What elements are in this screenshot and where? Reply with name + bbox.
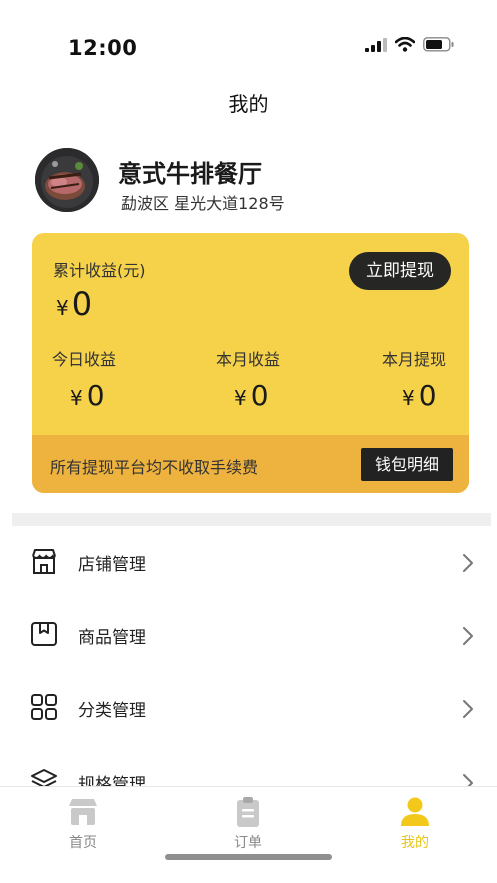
stat-withdraw-label: 本月提现 — [382, 350, 447, 369]
shop-address: 勐波区 星光大道128号 — [121, 194, 285, 213]
chevron-right-icon — [463, 554, 473, 572]
avatar[interactable] — [35, 148, 99, 212]
status-icons — [365, 37, 455, 52]
tab-label-mine: 我的 — [401, 835, 429, 851]
stat-month-label: 本月收益 — [216, 350, 281, 369]
tab-orders[interactable]: 订单 — [208, 795, 288, 852]
stat-today-amount: 0 — [86, 379, 105, 412]
earnings-card-footer: 所有提现平台均不收取手续费 钱包明细 — [32, 435, 469, 493]
store-icon — [69, 799, 97, 825]
stat-month-amount: 0 — [250, 379, 269, 412]
user-icon — [401, 797, 429, 826]
earnings-card: 累计收益(元) ¥ 0 立即提现 今日收益 本月收益 本月提现 ¥ 0 ¥ 0 … — [32, 233, 469, 493]
status-bar: 12:00 — [0, 0, 497, 80]
menu-item-store[interactable]: 店铺管理 — [0, 532, 497, 592]
total-earnings-amount: 0 — [71, 285, 93, 323]
currency-symbol: ¥ — [402, 386, 415, 410]
tab-home[interactable]: 首页 — [43, 795, 123, 852]
store-icon — [32, 549, 56, 574]
tab-label-orders: 订单 — [234, 835, 262, 851]
clipboard-icon — [237, 797, 259, 827]
fee-note: 所有提现平台均不收取手续费 — [50, 458, 259, 477]
home-indicator — [165, 854, 332, 860]
stat-month-value: ¥ 0 — [234, 379, 269, 412]
page-title: 我的 — [228, 92, 269, 116]
tab-label-home: 首页 — [69, 835, 97, 851]
tab-mine[interactable]: 我的 — [375, 795, 455, 852]
steak-photo-icon — [35, 148, 99, 212]
menu-item-products[interactable]: 商品管理 — [0, 605, 497, 665]
chevron-right-icon — [463, 627, 473, 645]
total-earnings-value: ¥ 0 — [56, 285, 92, 323]
wifi-icon — [395, 37, 415, 52]
menu-label-store: 店铺管理 — [78, 555, 146, 575]
menu-label-categories: 分类管理 — [78, 701, 146, 721]
tab-bar: 首页 订单 我的 — [0, 786, 497, 883]
total-earnings-label: 累计收益(元) — [53, 261, 146, 280]
grid-icon — [31, 694, 57, 720]
stat-today-label: 今日收益 — [52, 350, 117, 369]
currency-symbol: ¥ — [234, 386, 247, 410]
shop-profile[interactable]: 意式牛排餐厅 勐波区 星光大道128号 — [35, 148, 465, 216]
currency-symbol: ¥ — [70, 386, 83, 410]
wallet-details-button[interactable]: 钱包明细 — [360, 448, 453, 481]
status-time: 12:00 — [68, 36, 138, 60]
signal-icon — [365, 37, 387, 52]
battery-icon — [423, 37, 454, 52]
withdraw-button[interactable]: 立即提现 — [349, 252, 451, 290]
stat-withdraw-amount: 0 — [418, 379, 437, 412]
shop-name: 意式牛排餐厅 — [118, 160, 262, 188]
currency-symbol: ¥ — [56, 296, 69, 320]
menu-item-categories[interactable]: 分类管理 — [0, 678, 497, 738]
stat-today-value: ¥ 0 — [70, 379, 105, 412]
section-divider — [12, 513, 491, 526]
box-icon — [31, 622, 57, 646]
stat-withdraw-value: ¥ 0 — [402, 379, 437, 412]
chevron-right-icon — [463, 700, 473, 718]
menu-label-products: 商品管理 — [78, 628, 146, 648]
